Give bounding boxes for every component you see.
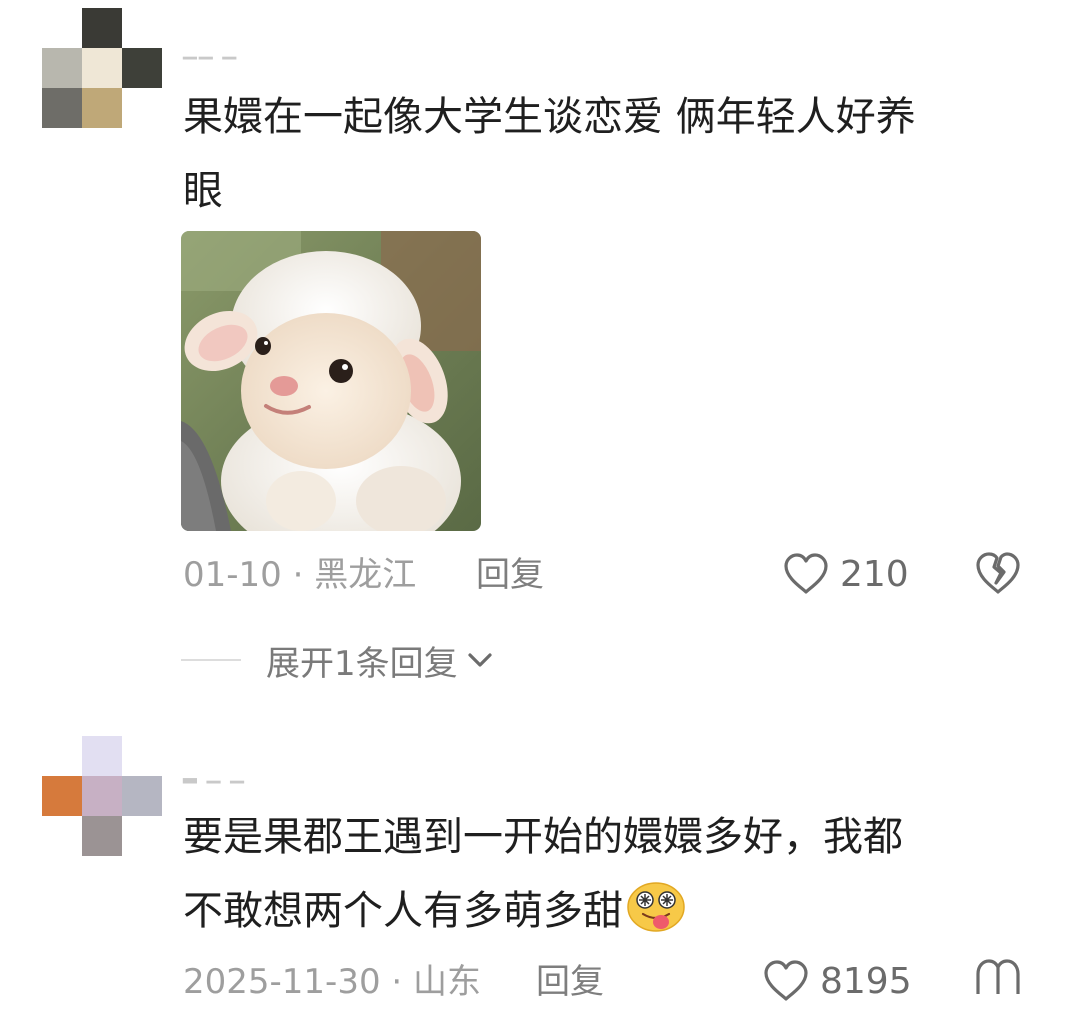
comment-location: 黑龙江 [314,555,417,595]
comment-text: 要是果郡王遇到一开始的嬛嬛多好，我都 不敢想两个人有多萌多甜 [183,800,1023,956]
meta-separator: · [281,555,315,595]
meta-separator: · [380,962,414,1002]
expand-replies-label: 展开1条回复 [266,643,458,684]
like-button[interactable]: 8195 [762,959,912,1003]
broken-heart-icon [974,552,1022,600]
comment-meta: 2025-11-30 · 山东 回复 [183,962,623,1002]
lamb-sticker-image[interactable] [181,231,481,531]
broken-heart-icon [974,959,1022,1002]
comment-date: 01-10 [183,555,282,595]
avatar[interactable] [42,8,162,128]
like-button[interactable]: 210 [782,552,909,596]
comment-meta: 01-10 · 黑龙江 回复 [183,555,563,595]
username[interactable]: ▂ ▁ ▁ [183,764,246,784]
dislike-button[interactable] [974,958,1022,1002]
expand-replies-button[interactable]: 展开1条回复 [181,638,494,684]
comment-item: ▁▁ ▁ 果嬛在一起像大学生谈恋爱 俩年轻人好养 眼 01-10 · 黑龙江 回… [0,0,1080,700]
heart-outline-icon [782,552,830,596]
comment-list: ▁▁ ▁ 果嬛在一起像大学生谈恋爱 俩年轻人好养 眼 01-10 · 黑龙江 回… [0,0,1080,1025]
dislike-button[interactable] [974,550,1022,600]
avatar[interactable] [42,736,162,856]
divider-line [181,659,241,661]
comment-text: 果嬛在一起像大学生谈恋爱 俩年轻人好养 眼 [183,94,916,214]
reply-button[interactable]: 回复 [476,555,544,595]
comment-location: 山东 [413,962,482,1002]
chevron-down-icon [458,650,494,670]
like-count: 8195 [820,960,912,1002]
dizzy-tongue-emoji [625,882,687,956]
heart-outline-icon [762,959,810,1003]
like-count: 210 [840,553,909,595]
reply-button[interactable]: 回复 [536,962,604,1002]
username[interactable]: ▁▁ ▁ [183,40,238,60]
comment-date: 2025-11-30 [183,962,381,1002]
comment-item: ▂ ▁ ▁ 要是果郡王遇到一开始的嬛嬛多好，我都 不敢想两个人有多萌多甜 202… [0,700,1080,1025]
